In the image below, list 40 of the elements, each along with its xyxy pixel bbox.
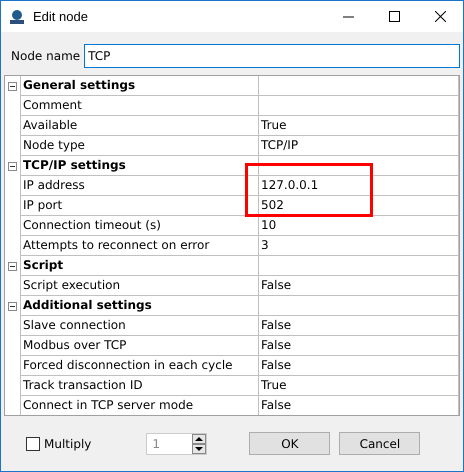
property-name: Connection timeout (s) [21, 216, 259, 236]
property-name: IP port [21, 196, 259, 216]
collapse-icon[interactable] [8, 82, 17, 90]
property-value[interactable]: 3 [259, 236, 459, 256]
window-title: Edit node [33, 9, 89, 24]
checkbox-label: Multiply [44, 436, 92, 450]
collapse-icon[interactable] [8, 162, 17, 170]
property-value[interactable]: False [259, 276, 459, 296]
collapse-icon[interactable] [8, 302, 17, 310]
cancel-button[interactable]: Cancel [339, 432, 420, 455]
group-title: Additional settings [21, 296, 259, 316]
property-name: Available [21, 116, 259, 136]
node-name-field[interactable]: TCP [84, 44, 460, 68]
property-name: Forced disconnection in each cycle [21, 356, 259, 376]
property-name: Track transaction ID [21, 376, 259, 396]
property-value[interactable]: 127.0.0.1 [259, 176, 459, 196]
group-title: General settings [21, 76, 259, 96]
group-title: TCP/IP settings [21, 156, 259, 176]
property-value[interactable]: False [259, 316, 459, 336]
property-value[interactable]: 502 [259, 196, 459, 216]
property-name: Attempts to reconnect on error [21, 236, 259, 256]
group-title: Script [21, 256, 259, 276]
property-name: IP address [21, 176, 259, 196]
property-name: Connect in TCP server mode [21, 396, 259, 415]
property-name: Comment [21, 96, 259, 116]
property-name: Slave connection [21, 316, 259, 336]
app-logo-icon [9, 8, 25, 24]
property-value[interactable]: TCP/IP [259, 136, 459, 156]
property-name: Node type [21, 136, 259, 156]
property-value[interactable]: False [259, 396, 459, 415]
property-value[interactable]: False [259, 336, 459, 356]
property-value[interactable]: True [259, 116, 459, 136]
property-value[interactable]: False [259, 356, 459, 376]
ok-button[interactable]: OK [249, 432, 330, 455]
property-name: Modbus over TCP [21, 336, 259, 356]
property-value[interactable]: True [259, 376, 459, 396]
property-value[interactable]: 10 [259, 216, 459, 236]
property-name: Script execution [21, 276, 259, 296]
field-label: Node name [11, 49, 80, 63]
collapse-icon[interactable] [8, 262, 17, 270]
